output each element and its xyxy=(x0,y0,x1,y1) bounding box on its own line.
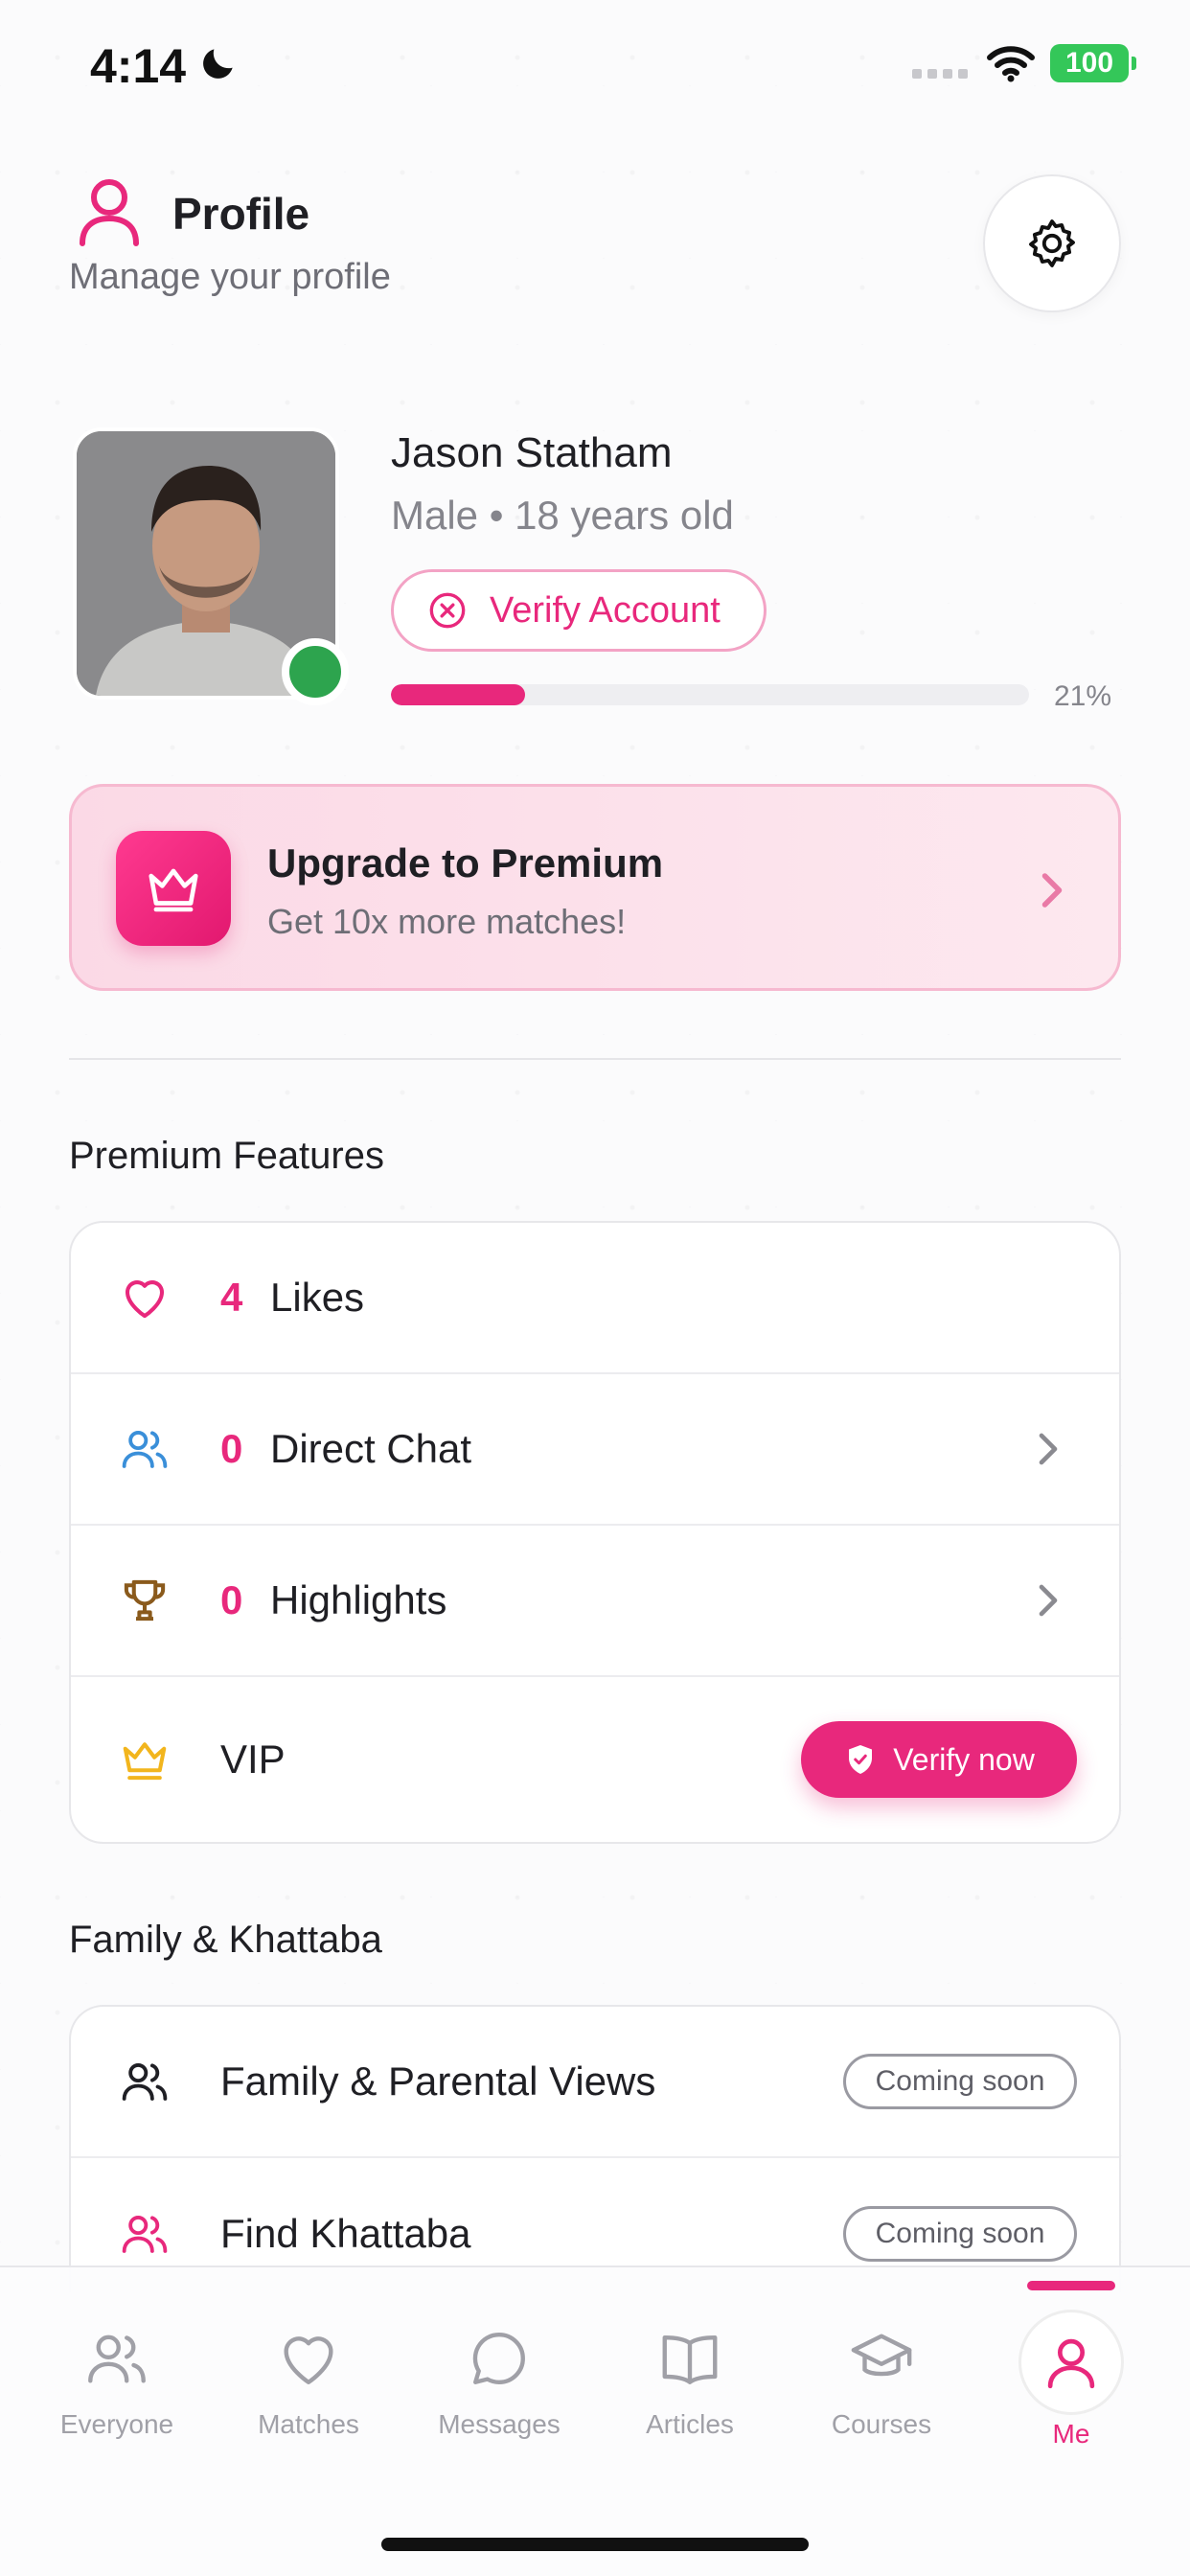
chat-bubble-icon xyxy=(472,2333,525,2384)
page-subtitle: Manage your profile xyxy=(69,257,391,297)
shield-check-icon xyxy=(849,1745,873,1774)
list-item-likes[interactable]: 4 Likes xyxy=(71,1223,1119,1374)
gear-icon xyxy=(1029,219,1075,267)
tab-label: Everyone xyxy=(59,2409,174,2439)
coming-soon-label: Coming soon xyxy=(875,2218,1045,2249)
tab-label: Courses xyxy=(831,2409,932,2439)
tab-label: Messages xyxy=(438,2409,561,2439)
close-circle-icon xyxy=(429,592,466,629)
chevron-right-icon xyxy=(1039,1584,1058,1617)
users-icon xyxy=(88,2334,146,2383)
tab-everyone[interactable]: Everyone xyxy=(21,2325,213,2469)
online-status-indicator xyxy=(282,638,349,705)
tab-me[interactable]: Me xyxy=(975,2310,1167,2469)
heart-icon xyxy=(284,2336,333,2384)
likes-count: 4 xyxy=(220,1275,243,1320)
tab-label: Matches xyxy=(258,2409,359,2439)
trophy-icon xyxy=(124,1579,166,1622)
book-icon xyxy=(662,2334,718,2384)
verify-now-button[interactable]: Verify now xyxy=(801,1721,1077,1798)
tab-articles[interactable]: Articles xyxy=(594,2325,786,2469)
users-icon xyxy=(122,1430,168,1468)
me-avatar-ring xyxy=(1018,2310,1124,2415)
premium-title: Upgrade to Premium xyxy=(267,840,664,886)
status-bar: 4:14 100 xyxy=(0,0,1190,125)
direct-chat-count: 0 xyxy=(220,1426,243,1471)
coming-soon-label: Coming soon xyxy=(875,2065,1045,2097)
premium-features-heading: Premium Features xyxy=(69,1135,384,1177)
status-time: 4:14 xyxy=(90,39,187,93)
settings-button[interactable] xyxy=(983,174,1121,312)
heart-icon xyxy=(125,1280,165,1319)
profile-progress-label: 21% xyxy=(1054,680,1112,712)
chevron-right-icon xyxy=(1039,1433,1058,1465)
coming-soon-badge: Coming soon xyxy=(843,2206,1077,2262)
crown-icon xyxy=(123,1742,167,1781)
page-title: Profile xyxy=(172,189,310,239)
vip-label: VIP xyxy=(220,1736,286,1782)
verify-account-label: Verify Account xyxy=(490,589,721,631)
tab-label: Articles xyxy=(646,2409,734,2439)
profile-name: Jason Statham xyxy=(391,429,673,476)
battery-indicator: 100 xyxy=(1050,44,1136,82)
profile-progress-bar xyxy=(391,684,1029,705)
list-item-highlights[interactable]: 0 Highlights xyxy=(71,1526,1119,1677)
premium-subtitle: Get 10x more matches! xyxy=(267,902,627,941)
user-icon xyxy=(80,179,139,246)
family-parental-views-label: Family & Parental Views xyxy=(220,2058,656,2104)
active-tab-indicator xyxy=(1027,2281,1115,2290)
wifi-icon xyxy=(987,46,1035,82)
premium-badge xyxy=(116,831,231,946)
crown-icon xyxy=(149,868,198,912)
battery-level: 100 xyxy=(1064,47,1114,79)
find-khattaba-label: Find Khattaba xyxy=(220,2211,471,2256)
signal-icon xyxy=(912,69,968,79)
upgrade-premium-card[interactable]: Upgrade to Premium Get 10x more matches! xyxy=(69,784,1121,991)
premium-features-list: 4 Likes 0 Direct Chat 0 Highlights VIP V… xyxy=(69,1221,1121,1844)
list-item-vip: VIP Verify now xyxy=(71,1677,1119,1842)
family-khattaba-heading: Family & Khattaba xyxy=(69,1919,382,1961)
list-item-direct-chat[interactable]: 0 Direct Chat xyxy=(71,1374,1119,1526)
tab-matches[interactable]: Matches xyxy=(213,2325,404,2469)
coming-soon-badge: Coming soon xyxy=(843,2054,1077,2109)
tab-courses[interactable]: Courses xyxy=(786,2325,977,2469)
verify-now-label: Verify now xyxy=(893,1741,1035,1777)
profile-progress-fill xyxy=(391,684,525,705)
user-icon xyxy=(1047,2338,1095,2389)
highlights-count: 0 xyxy=(220,1577,243,1622)
direct-chat-label: Direct Chat xyxy=(270,1426,472,1471)
graduation-cap-icon xyxy=(851,2334,912,2377)
highlights-label: Highlights xyxy=(270,1577,447,1622)
family-khattaba-list: Family & Parental Views Coming soon Find… xyxy=(69,2005,1121,2292)
verify-account-button[interactable]: Verify Account xyxy=(391,569,767,652)
tab-messages[interactable]: Messages xyxy=(403,2325,595,2469)
home-indicator xyxy=(381,2538,809,2551)
list-item-family-parental-views[interactable]: Family & Parental Views Coming soon xyxy=(71,2007,1119,2158)
profile-meta: Male • 18 years old xyxy=(391,493,734,538)
chevron-right-icon xyxy=(1041,873,1063,908)
divider xyxy=(69,1058,1121,1060)
users-icon xyxy=(122,2062,168,2101)
tab-bar: Everyone Matches Messages Articles Cours… xyxy=(0,2266,1190,2576)
likes-label: Likes xyxy=(270,1275,365,1320)
tab-label: Me xyxy=(1052,2419,1090,2449)
users-icon xyxy=(122,2215,168,2253)
moon-icon xyxy=(203,49,233,79)
